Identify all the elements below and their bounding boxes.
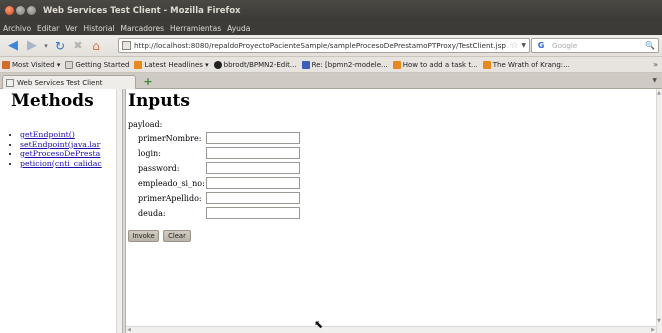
field-row-empleado-si-no: empleado_si_no: — [138, 177, 300, 189]
primer-nombre-input[interactable] — [206, 132, 300, 144]
url-dropdown-icon[interactable]: ▼ — [521, 42, 526, 49]
methods-heading: Methods — [11, 91, 94, 111]
field-row-primer-apellido: primerApellido: — [138, 192, 300, 204]
methods-list: getEndpoint() setEndpoint(java.lar getPr… — [20, 130, 123, 168]
inputs-frame: Inputs payload: primerNombre: login: pas… — [126, 89, 656, 333]
menu-herramientas[interactable]: Herramientas — [170, 24, 221, 33]
url-text[interactable]: http://localhost:8080/repaldoProyectoPac… — [134, 41, 510, 50]
tab-web-services-test-client[interactable]: Web Services Test Client — [2, 75, 136, 89]
field-row-primer-nombre: primerNombre: — [138, 132, 300, 144]
search-bar[interactable]: G Google 🔍 — [531, 38, 659, 53]
scroll-down-arrow-icon[interactable]: ▼ — [657, 318, 661, 324]
blogger-icon — [482, 60, 491, 69]
field-row-deuda: deuda: — [138, 207, 300, 219]
history-dropdown-icon[interactable]: ▾ — [41, 37, 51, 55]
site-identity-icon[interactable] — [122, 41, 131, 50]
menu-ayuda[interactable]: Ayuda — [227, 24, 250, 33]
minimize-window-button[interactable] — [16, 6, 25, 15]
bookmark-bpmn2-edit[interactable]: bbrodt/BPMN2-Edit... — [213, 60, 297, 69]
login-input[interactable] — [206, 147, 300, 159]
bookmark-getting-started[interactable]: Getting Started — [65, 60, 129, 69]
folder-icon — [2, 60, 10, 69]
inputs-heading: Inputs — [128, 91, 190, 111]
forum-icon — [301, 60, 310, 69]
method-link-get-proceso[interactable]: getProcesoDePresta — [20, 149, 100, 158]
maximize-window-button[interactable] — [27, 6, 36, 15]
search-input[interactable]: Google — [552, 41, 645, 50]
field-label: empleado_si_no: — [138, 178, 205, 188]
field-label: password: — [138, 163, 180, 173]
blogger-icon — [392, 60, 401, 69]
password-input[interactable] — [206, 162, 300, 174]
clear-button[interactable]: Clear — [163, 230, 191, 242]
tab-list-dropdown-icon[interactable]: ▼ — [652, 77, 657, 84]
search-engine-icon[interactable]: G — [532, 39, 550, 52]
field-label: login: — [138, 148, 161, 158]
tab-label: Web Services Test Client — [17, 78, 103, 87]
address-bar[interactable]: http://localhost:8080/repaldoProyectoPac… — [118, 38, 530, 53]
method-item: getEndpoint() — [20, 130, 123, 140]
github-icon — [213, 60, 222, 69]
field-label: primerNombre: — [138, 133, 202, 143]
invoke-button[interactable]: Invoke — [128, 230, 159, 242]
tab-bar: Web Services Test Client + ▼ — [0, 73, 662, 89]
bookmarks-overflow-icon[interactable]: » — [653, 60, 658, 69]
title-bar: Web Services Test Client - Mozilla Firef… — [0, 0, 662, 21]
field-label: primerApellido: — [138, 193, 202, 203]
menu-archivo[interactable]: Archivo — [3, 24, 31, 33]
navigation-toolbar: ◀ ▶ ▾ ↻ ✖ ⌂ http://localhost:8080/repald… — [0, 35, 662, 57]
home-icon[interactable]: ⌂ — [87, 37, 105, 55]
mouse-cursor-icon: ⬉ — [314, 318, 324, 331]
scroll-left-arrow-icon[interactable]: ◀ — [127, 327, 131, 333]
method-link-set-endpoint[interactable]: setEndpoint(java.lar — [20, 140, 100, 149]
rss-icon — [134, 60, 143, 69]
stop-icon[interactable]: ✖ — [69, 37, 87, 55]
form-buttons: Invoke Clear — [128, 230, 195, 242]
inputs-frame-vertical-scrollbar[interactable]: ▲ ▼ — [656, 89, 662, 333]
bookmark-add-task[interactable]: How to add a task t... — [392, 60, 478, 69]
bookmark-wrath-of-krang[interactable]: The Wrath of Krang:... — [482, 60, 570, 69]
menu-bar: Archivo Editar Ver Historial Marcadores … — [0, 21, 662, 35]
method-item: setEndpoint(java.lar — [20, 140, 123, 150]
method-link-get-endpoint[interactable]: getEndpoint() — [20, 130, 75, 139]
field-row-login: login: — [138, 147, 300, 159]
scroll-right-arrow-icon[interactable]: ▶ — [651, 327, 655, 333]
primer-apellido-input[interactable] — [206, 192, 300, 204]
field-label: deuda: — [138, 208, 166, 218]
menu-historial[interactable]: Historial — [84, 24, 115, 33]
new-tab-plus-icon[interactable]: + — [141, 75, 155, 88]
forward-arrow-icon[interactable]: ▶ — [23, 37, 41, 55]
close-window-button[interactable] — [5, 6, 14, 15]
field-row-password: password: — [138, 162, 300, 174]
empleado-si-no-input[interactable] — [206, 177, 300, 189]
bookmarks-toolbar: Most Visited ▾ Getting Started Latest He… — [0, 57, 662, 73]
search-icon[interactable]: 🔍 — [645, 41, 655, 50]
bookmark-latest-headlines[interactable]: Latest Headlines ▾ — [134, 60, 209, 69]
bookmark-most-visited[interactable]: Most Visited ▾ — [2, 60, 60, 69]
page-icon — [65, 60, 74, 69]
methods-frame: Methods getEndpoint() setEndpoint(java.l… — [0, 89, 123, 333]
scroll-up-arrow-icon[interactable]: ▲ — [657, 90, 661, 96]
bookmark-star-icon[interactable]: ☆ — [510, 41, 518, 51]
back-arrow-icon[interactable]: ◀ — [3, 37, 23, 55]
menu-marcadores[interactable]: Marcadores — [121, 24, 165, 33]
method-item: peticion(cnti_calidac — [20, 159, 123, 169]
bookmark-bpmn2-modeler[interactable]: Re: [bpmn2-modele... — [301, 60, 388, 69]
reload-icon[interactable]: ↻ — [51, 37, 69, 55]
window-title: Web Services Test Client - Mozilla Firef… — [43, 5, 241, 16]
payload-label: payload: — [128, 120, 163, 129]
method-link-peticion[interactable]: peticion(cnti_calidac — [20, 159, 102, 168]
method-item: getProcesoDePresta — [20, 149, 123, 159]
page-icon — [6, 78, 14, 87]
inputs-frame-horizontal-scrollbar[interactable]: ◀ ▶ — [126, 326, 656, 333]
deuda-input[interactable] — [206, 207, 300, 219]
menu-editar[interactable]: Editar — [37, 24, 59, 33]
menu-ver[interactable]: Ver — [65, 24, 77, 33]
